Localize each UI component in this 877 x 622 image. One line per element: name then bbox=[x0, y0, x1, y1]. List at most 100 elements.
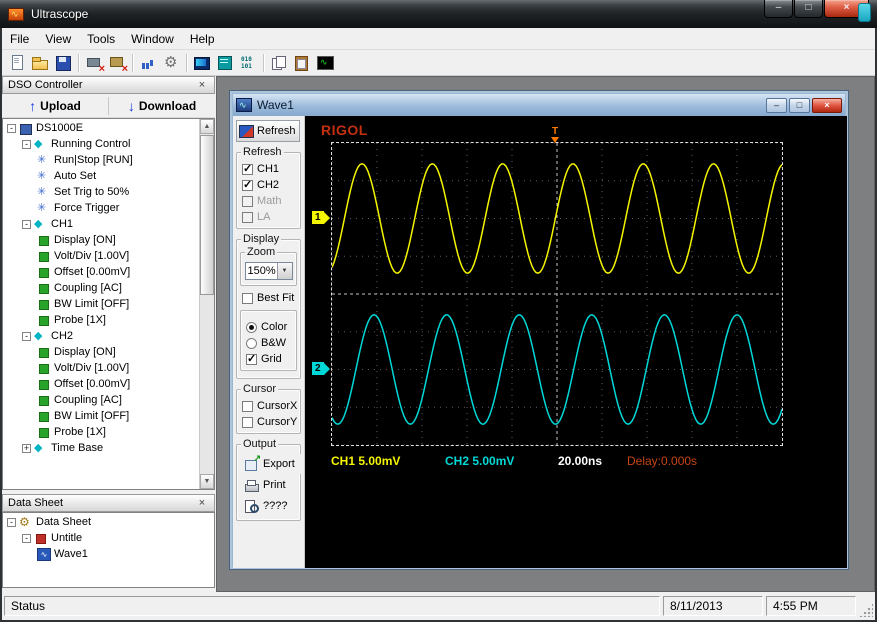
tree-item-offset-0-00mv[interactable]: Offset [0.00mV] bbox=[3, 376, 214, 392]
expander-icon[interactable]: - bbox=[7, 517, 16, 527]
menu-item-tools[interactable]: Tools bbox=[79, 29, 123, 49]
ch1-marker[interactable]: 1 bbox=[312, 210, 330, 226]
tree-item-time-base[interactable]: +Time Base bbox=[3, 440, 214, 456]
tree-item-ch2[interactable]: -CH2 bbox=[3, 328, 214, 344]
tree-item-volt-div-1-00v[interactable]: Volt/Div [1.00V] bbox=[3, 248, 214, 264]
scrollbar-thumb[interactable] bbox=[200, 135, 214, 295]
tree-item-probe-1x[interactable]: Probe [1X] bbox=[3, 312, 214, 328]
best-fit-checkbox[interactable]: Best Fit bbox=[237, 290, 300, 306]
waveform-svg bbox=[331, 142, 783, 446]
tree-item-force-trigger[interactable]: Force Trigger bbox=[3, 200, 214, 216]
scroll-up-icon[interactable] bbox=[200, 119, 214, 134]
tree-item-bw-limit-off[interactable]: BW Limit [OFF] bbox=[3, 296, 214, 312]
tree-item-coupling-ac[interactable]: Coupling [AC] bbox=[3, 280, 214, 296]
expander-icon[interactable]: - bbox=[22, 533, 31, 543]
menu-item-window[interactable]: Window bbox=[123, 29, 182, 49]
ch2-marker[interactable]: 2 bbox=[312, 361, 330, 377]
tree-item-auto-set[interactable]: Auto Set bbox=[3, 168, 214, 184]
tree-item-data-sheet[interactable]: -Data Sheet bbox=[3, 514, 214, 530]
tree-item-ds1000e[interactable]: - DS1000E bbox=[3, 120, 214, 136]
tree-item-running-control[interactable]: -Running Control bbox=[3, 136, 214, 152]
trigger-marker[interactable]: T bbox=[549, 127, 561, 143]
wave1-maximize-button[interactable] bbox=[789, 97, 810, 113]
minimize-button[interactable] bbox=[764, 0, 793, 18]
dock-handle[interactable] bbox=[858, 3, 871, 22]
wave1-title-bar[interactable]: Wave1 bbox=[233, 94, 845, 116]
panel-close-icon[interactable] bbox=[195, 79, 209, 91]
download-button[interactable]: ↓ Download bbox=[109, 94, 215, 117]
options-gear-icon[interactable] bbox=[161, 53, 182, 73]
connect-device-icon[interactable] bbox=[84, 53, 105, 75]
counter-icon[interactable] bbox=[138, 53, 159, 73]
ch1-checkbox[interactable]: CH1 bbox=[237, 161, 300, 177]
maximize-button[interactable] bbox=[794, 0, 823, 18]
delay-label: Delay:0.000s bbox=[627, 454, 698, 468]
color-radio[interactable]: Color bbox=[241, 319, 296, 335]
tree-item-probe-1x[interactable]: Probe [1X] bbox=[3, 424, 214, 440]
menu-item-view[interactable]: View bbox=[37, 29, 79, 49]
open-file-icon[interactable] bbox=[30, 53, 51, 73]
left-column: DSO Controller ↑ Upload ↓ Download -DS10… bbox=[2, 76, 216, 592]
cursory-checkbox[interactable]: CursorY bbox=[237, 414, 300, 430]
tree-item-display-on[interactable]: Display [ON] bbox=[3, 344, 214, 360]
save-icon[interactable] bbox=[53, 53, 74, 73]
tree-item-ch1[interactable]: -CH1 bbox=[3, 216, 214, 232]
waveform-view-icon[interactable] bbox=[315, 53, 336, 73]
expander-icon[interactable]: - bbox=[22, 219, 31, 229]
wave-window-icon bbox=[236, 98, 252, 112]
grid-checkbox[interactable]: Grid bbox=[241, 351, 296, 367]
dso-controller-panel: DSO Controller ↑ Upload ↓ Download -DS10… bbox=[2, 76, 215, 490]
expander-icon[interactable]: - bbox=[7, 123, 16, 133]
panel-close-icon[interactable] bbox=[195, 497, 209, 509]
tree-item-run-stop-run[interactable]: Run|Stop [RUN] bbox=[3, 152, 214, 168]
wave1-title: Wave1 bbox=[257, 98, 294, 112]
color-mode-group: Color B&W Grid bbox=[240, 310, 297, 371]
expander-icon[interactable]: - bbox=[22, 139, 31, 149]
copy-icon[interactable] bbox=[269, 53, 290, 73]
scroll-down-icon[interactable] bbox=[200, 474, 214, 489]
tree-item-offset-0-00mv[interactable]: Offset [0.00mV] bbox=[3, 264, 214, 280]
menu-item-help[interactable]: Help bbox=[182, 29, 223, 49]
wave1-minimize-button[interactable] bbox=[766, 97, 787, 113]
print-button[interactable]: Print bbox=[240, 475, 292, 495]
tree-item-wave1[interactable]: Wave1 bbox=[3, 546, 214, 562]
title-bar[interactable]: Ultrascope bbox=[0, 0, 877, 28]
green-square-icon bbox=[37, 346, 50, 359]
new-document-icon[interactable] bbox=[7, 53, 28, 73]
upload-button[interactable]: ↑ Upload bbox=[2, 94, 108, 117]
expander-icon[interactable]: + bbox=[22, 443, 31, 453]
tree-item-coupling-ac[interactable]: Coupling [AC] bbox=[3, 392, 214, 408]
tree-item-set-trig-to-50[interactable]: Set Trig to 50% bbox=[3, 184, 214, 200]
tree-item-volt-div-1-00v[interactable]: Volt/Div [1.00V] bbox=[3, 360, 214, 376]
toolbar-separator bbox=[132, 53, 134, 72]
expander-icon[interactable]: - bbox=[22, 331, 31, 341]
cursorx-checkbox[interactable]: CursorX bbox=[237, 398, 300, 414]
menu-item-file[interactable]: File bbox=[2, 29, 37, 49]
dso-tree-scrollbar[interactable] bbox=[199, 119, 214, 489]
zoom-select[interactable]: 150% bbox=[244, 262, 293, 280]
resize-grip[interactable] bbox=[859, 603, 873, 617]
tree-item-untitle[interactable]: - Untitle bbox=[3, 530, 214, 546]
wave1-window[interactable]: Wave1 Refresh Refresh CH1CH2MathLA bbox=[229, 90, 849, 570]
status-bar: Status 8/11/2013 4:55 PM bbox=[2, 592, 875, 620]
tree-item-display-on[interactable]: Display [ON] bbox=[3, 232, 214, 248]
bw-radio[interactable]: B&W bbox=[241, 335, 296, 351]
paste-icon[interactable] bbox=[292, 53, 313, 73]
gear-icon bbox=[19, 516, 32, 529]
zoom-dropdown-arrow-icon[interactable] bbox=[276, 263, 292, 279]
ch2-checkbox[interactable]: CH2 bbox=[237, 177, 300, 193]
disconnect-device-icon[interactable] bbox=[107, 53, 128, 75]
wave1-close-button[interactable] bbox=[812, 97, 842, 113]
virtual-panel-icon[interactable] bbox=[192, 53, 213, 73]
download-arrow-icon: ↓ bbox=[127, 97, 135, 114]
tree-item-bw-limit-off[interactable]: BW Limit [OFF] bbox=[3, 408, 214, 424]
zoom-value: 150% bbox=[247, 265, 276, 277]
preview-button[interactable]: ???? bbox=[240, 496, 294, 516]
binary-data-icon[interactable] bbox=[238, 53, 259, 73]
toolbar-separator bbox=[78, 53, 80, 72]
refresh-button[interactable]: Refresh bbox=[236, 120, 300, 142]
export-button[interactable]: Export bbox=[240, 453, 301, 474]
measure-display-icon[interactable] bbox=[215, 53, 236, 73]
refresh-icon bbox=[239, 124, 254, 138]
dso-tree: -DS1000E-Running ControlRun|Stop [RUN]Au… bbox=[2, 118, 215, 490]
